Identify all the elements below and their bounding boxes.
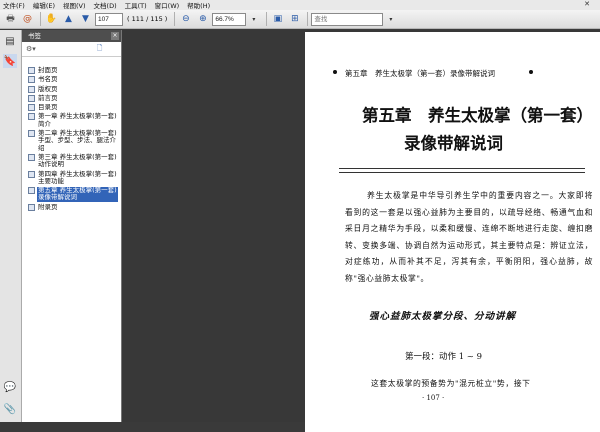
options-icon[interactable]: ⚙▾ [26, 45, 36, 53]
search-dropdown-icon[interactable]: ▾ [383, 12, 398, 27]
subsection-heading: 第一段：动作 1 ~ 9 [405, 352, 483, 362]
fit-width-icon[interactable]: ⊞ [287, 12, 302, 27]
toolbar-separator [40, 12, 41, 26]
bookmark-icon [28, 76, 35, 84]
close-icon[interactable]: × [111, 32, 119, 40]
bookmark-icon [28, 94, 35, 102]
email-icon[interactable]: @ [20, 12, 35, 27]
print-icon[interactable]: 🖶 [3, 12, 18, 27]
bookmarks-toolbar: ⚙▾ 🗋 [22, 42, 121, 57]
bookmark-item[interactable]: 书名页 [22, 75, 118, 84]
bookmark-icon [28, 203, 35, 211]
comments-icon[interactable]: 💬 [3, 380, 17, 394]
bookmarks-panel: 书签 × ⚙▾ 🗋 封面页 书名页 版权页 前言页 目录页 第一章 养生太极掌(… [22, 30, 122, 422]
menu-file[interactable]: 文件(F) [3, 0, 25, 10]
next-page-icon[interactable]: ▼ [78, 12, 93, 27]
menu-bar: 文件(F) 编辑(E) 视图(V) 文档(D) 工具(T) 窗口(W) 帮助(H… [0, 0, 600, 10]
menu-document[interactable]: 文档(D) [94, 0, 117, 10]
bookmark-item[interactable]: 第二章 养生太极掌(第一套)手型、步型、步法、腿法介绍 [22, 129, 118, 153]
bookmark-item[interactable]: 第四章 养生太极掌(第一套)主要功能 [22, 170, 118, 187]
search-input[interactable] [311, 12, 384, 26]
bookmark-icon [28, 113, 35, 121]
menu-window[interactable]: 窗口(W) [155, 0, 180, 10]
new-bookmark-icon[interactable]: 🗋 [97, 44, 103, 55]
section-heading: 强心益肺太极掌分段、分动讲解 [369, 311, 517, 322]
bookmark-icon [28, 153, 35, 161]
window-controls[interactable]: ✕ [584, 0, 596, 8]
chapter-subtitle: 录像带解说词 [404, 134, 503, 153]
body-paragraph: 这套太极掌的预备势为"混元桩立"势，接下 [371, 379, 531, 388]
bookmark-item[interactable]: 第三章 养生太极掌(第一套)动作说明 [22, 153, 118, 170]
toolbar-separator [307, 12, 309, 26]
toolbar-separator [174, 12, 176, 26]
zoom-out-icon[interactable]: ⊖ [178, 12, 193, 27]
bookmark-icon [28, 130, 35, 138]
bookmark-list: 封面页 书名页 版权页 前言页 目录页 第一章 养生太极掌(第一套)简介 第二章… [22, 66, 118, 212]
pages-icon[interactable]: ▤ [3, 34, 17, 48]
bookmark-item[interactable]: 第一章 养生太极掌(第一套)简介 [22, 112, 118, 129]
attachments-icon[interactable]: 📎 [3, 402, 17, 416]
document-page: 第五章 养生太极掌（第一套）录像带解说词 第五章 养生太极掌（第一套） 录像带解… [305, 32, 600, 432]
bookmark-icon [28, 104, 35, 112]
bookmark-icon [28, 67, 35, 74]
fit-page-icon[interactable]: ▣ [270, 12, 285, 27]
document-area[interactable]: 第五章 养生太极掌（第一套）录像带解说词 第五章 养生太极掌（第一套） 录像带解… [122, 30, 600, 432]
zoom-in-icon[interactable]: ⊕ [195, 12, 210, 27]
bullet-mark [333, 70, 337, 74]
bookmark-icon [28, 187, 35, 195]
bookmarks-title: 书签 [28, 32, 41, 40]
menu-view[interactable]: 视图(V) [63, 0, 86, 10]
menu-tools[interactable]: 工具(T) [125, 0, 147, 10]
bookmark-item[interactable]: 附录页 [22, 203, 118, 212]
page-number-input[interactable] [95, 12, 123, 26]
title-rule [339, 168, 585, 173]
toolbar-separator [266, 12, 268, 26]
navigation-strip: ▤ 🔖 💬 📎 [0, 30, 22, 422]
toolbar: 🖶 @ ✋ ▲ ▼ ( 111 / 115 ) ⊖ ⊕ ▾ ▣ ⊞ ▾ [0, 10, 600, 29]
bookmark-item[interactable]: 版权页 [22, 85, 118, 94]
bookmark-icon [28, 170, 35, 178]
bookmarks-header: 书签 × [22, 30, 121, 42]
body-paragraph: 养生太极掌是中华导引养生学中的重要内容之一。大家即将看到的这一套是以强心益肺为主… [345, 191, 593, 283]
page-count: ( 111 / 115 ) [127, 15, 168, 23]
menu-edit[interactable]: 编辑(E) [33, 0, 55, 10]
previous-page-icon[interactable]: ▲ [61, 12, 76, 27]
bookmarks-icon[interactable]: 🔖 [3, 54, 17, 68]
hand-tool-icon[interactable]: ✋ [44, 12, 59, 27]
bookmark-item[interactable]: 封面页 [22, 66, 118, 75]
chevron-down-icon[interactable]: ▾ [246, 12, 261, 27]
page-number: · 107 · [422, 394, 445, 402]
bookmark-icon [28, 85, 35, 93]
bookmark-item[interactable]: 前言页 [22, 94, 118, 103]
bullet-mark [529, 70, 533, 74]
zoom-input[interactable] [212, 12, 247, 26]
bookmark-item-selected[interactable]: 第五章 养生太极掌(第一套)录像带解说词 [22, 186, 118, 203]
menu-help[interactable]: 帮助(H) [187, 0, 210, 10]
running-head: 第五章 养生太极掌（第一套）录像带解说词 [345, 69, 495, 78]
chapter-title: 第五章 养生太极掌（第一套） [362, 106, 593, 125]
